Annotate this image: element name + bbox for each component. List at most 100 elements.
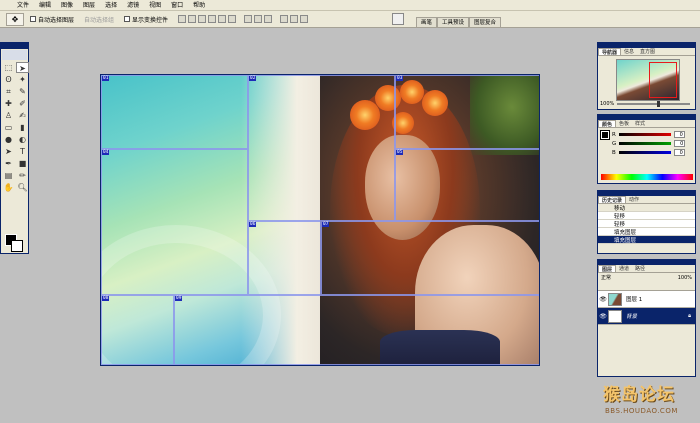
- history-item[interactable]: 填充图层: [598, 228, 695, 236]
- distribute-vcenter-icon[interactable]: [254, 15, 263, 23]
- channel-b-slider[interactable]: [618, 151, 671, 154]
- healing-brush-tool-icon[interactable]: ✚: [2, 98, 15, 109]
- blend-mode-select[interactable]: 正常: [601, 274, 611, 281]
- path-selection-tool-icon[interactable]: ➤: [2, 146, 15, 157]
- history-item-active[interactable]: 填充图层: [598, 236, 695, 244]
- slice-05[interactable]: 05: [395, 149, 539, 221]
- marquee-tool-icon[interactable]: ⬚: [2, 62, 15, 73]
- history-item[interactable]: 移动: [598, 204, 695, 212]
- tab-channels[interactable]: 通道: [616, 265, 632, 272]
- tab-histogram[interactable]: 直方图: [637, 48, 658, 55]
- color-spectrum-bar[interactable]: [601, 174, 693, 180]
- distribute-right-icon[interactable]: [300, 15, 309, 23]
- eraser-tool-icon[interactable]: ▭: [2, 122, 15, 133]
- slice-08[interactable]: 08: [101, 295, 174, 365]
- layer-opacity-value[interactable]: 100%: [678, 275, 692, 281]
- dock-tab-layer-comps[interactable]: 图层复合: [469, 17, 502, 27]
- align-hcenter-icon[interactable]: [218, 15, 227, 23]
- history-brush-tool-icon[interactable]: ✍: [16, 110, 29, 121]
- menu-view[interactable]: 视图: [144, 0, 166, 11]
- history-item[interactable]: 轻移: [598, 220, 695, 228]
- blur-tool-icon[interactable]: ●: [2, 134, 15, 145]
- tab-history[interactable]: 历史记录: [598, 196, 627, 204]
- tab-navigator[interactable]: 导航器: [598, 48, 622, 56]
- tab-layers[interactable]: 图层: [598, 265, 617, 273]
- slice-09[interactable]: 09: [174, 295, 539, 365]
- menu-layer[interactable]: 图层: [78, 0, 100, 11]
- clone-stamp-tool-icon[interactable]: ♙: [2, 110, 15, 121]
- zoom-slider[interactable]: [617, 100, 690, 107]
- tab-info[interactable]: 信息: [621, 48, 637, 55]
- menu-select[interactable]: 选择: [100, 0, 122, 11]
- tab-styles[interactable]: 样式: [632, 120, 648, 127]
- distribute-top-icon[interactable]: [244, 15, 253, 23]
- distribute-left-icon[interactable]: [280, 15, 289, 23]
- slice-01[interactable]: 01: [101, 75, 248, 149]
- navigator-thumbnail[interactable]: [616, 59, 680, 101]
- menu-window[interactable]: 窗口: [166, 0, 188, 11]
- slice-04[interactable]: 04: [101, 149, 248, 295]
- slice-tool-icon[interactable]: ✎: [16, 86, 29, 97]
- photoshop-logo-icon[interactable]: [2, 50, 27, 60]
- tab-paths[interactable]: 路径: [632, 265, 648, 272]
- align-right-icon[interactable]: [228, 15, 237, 23]
- document-canvas[interactable]: 01 02 03 04 05 06 07 08 09: [100, 74, 540, 366]
- history-item[interactable]: 轻移: [598, 212, 695, 220]
- type-tool-icon[interactable]: T: [16, 146, 29, 157]
- palette-well-icon[interactable]: [392, 13, 404, 25]
- dock-tab-brushes[interactable]: 画笔: [416, 17, 438, 27]
- toolbox-title-bar[interactable]: [1, 43, 28, 49]
- slice-03[interactable]: 03: [395, 75, 539, 149]
- show-transform-checkbox[interactable]: 显示变换控件: [124, 15, 168, 24]
- channel-r-value[interactable]: 0: [673, 131, 685, 138]
- menu-edit[interactable]: 编辑: [34, 0, 56, 11]
- gradient-tool-icon[interactable]: ▮: [16, 122, 29, 133]
- crop-tool-icon[interactable]: ⌗: [2, 86, 15, 97]
- brush-tool-icon[interactable]: ✐: [16, 98, 29, 109]
- auto-select-layer-checkbox[interactable]: 自动选择图层: [30, 15, 74, 24]
- shape-tool-icon[interactable]: ■: [16, 158, 29, 169]
- eyedropper-tool-icon[interactable]: ✏: [16, 170, 29, 181]
- slice-02[interactable]: 02: [248, 75, 395, 221]
- menu-filter[interactable]: 滤镜: [122, 0, 144, 11]
- dock-tab-tool-presets[interactable]: 工具预设: [437, 17, 470, 27]
- menu-help[interactable]: 帮助: [188, 0, 210, 11]
- channel-g-value[interactable]: 0: [674, 140, 686, 147]
- background-color-swatch[interactable]: [11, 240, 23, 252]
- eye-icon[interactable]: 👁︎: [598, 296, 608, 303]
- layer-row[interactable]: 👁︎ 图层 1: [598, 291, 695, 308]
- magic-wand-tool-icon[interactable]: ✦: [16, 74, 29, 85]
- dodge-tool-icon[interactable]: ◐: [16, 134, 29, 145]
- align-bottom-icon[interactable]: [198, 15, 207, 23]
- channel-g-slider[interactable]: [619, 142, 672, 145]
- zoom-tool-icon[interactable]: 🔍︎: [16, 182, 29, 193]
- channel-b-value[interactable]: 0: [673, 149, 685, 156]
- distribute-bottom-icon[interactable]: [264, 15, 273, 23]
- tab-color[interactable]: 颜色: [598, 120, 617, 128]
- layer-row-active[interactable]: 👁︎ 背景 🔒︎: [598, 308, 695, 325]
- auto-select-group-label: 自动选择组: [84, 16, 115, 24]
- align-top-icon[interactable]: [178, 15, 187, 23]
- slice-07[interactable]: 07: [321, 221, 539, 295]
- color-fg-swatch[interactable]: [600, 130, 610, 140]
- distribute-hcenter-icon[interactable]: [290, 15, 299, 23]
- tab-swatches[interactable]: 色板: [616, 120, 632, 127]
- align-left-icon[interactable]: [208, 15, 217, 23]
- menu-image[interactable]: 图像: [56, 0, 78, 11]
- slice-06[interactable]: 06: [248, 221, 321, 295]
- forum-watermark: 猴岛论坛 BBS.HOUDAO.COM: [597, 378, 697, 423]
- lasso-tool-icon[interactable]: ʘ: [2, 74, 15, 85]
- channel-r-slider[interactable]: [618, 133, 671, 136]
- menu-file[interactable]: 文件: [12, 0, 34, 11]
- align-vcenter-icon[interactable]: [188, 15, 197, 23]
- zoom-level[interactable]: 100%: [600, 101, 614, 107]
- notes-tool-icon[interactable]: ▤: [2, 170, 15, 181]
- eye-icon[interactable]: 👁︎: [598, 313, 608, 320]
- pen-tool-icon[interactable]: ✒: [2, 158, 15, 169]
- move-tool-icon[interactable]: ➤: [16, 62, 29, 73]
- view-box[interactable]: [649, 62, 677, 98]
- hand-tool-icon[interactable]: ✋: [2, 182, 15, 193]
- tab-actions[interactable]: 动作: [626, 196, 642, 203]
- move-tool-preset-icon[interactable]: ✥: [6, 12, 24, 26]
- slice-label: 09: [175, 296, 183, 301]
